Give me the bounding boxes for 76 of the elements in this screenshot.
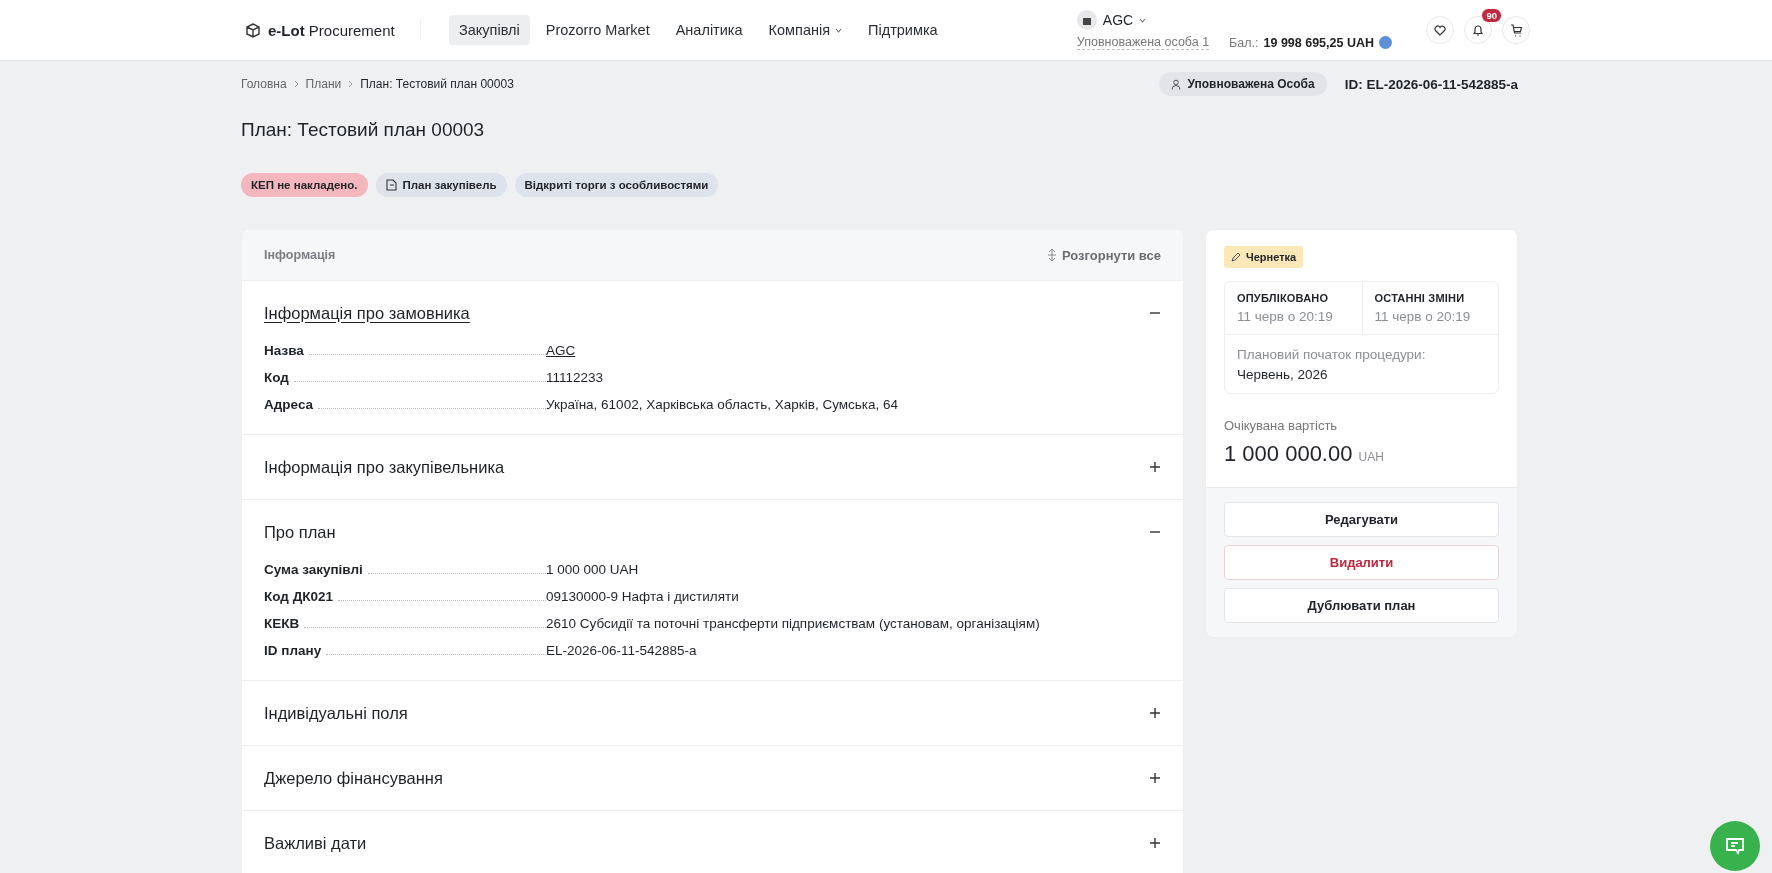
expand-all-button[interactable]: Розгорнути все <box>1046 247 1161 263</box>
start-label: Плановий початок процедури: <box>1237 347 1427 362</box>
nav-tab[interactable]: Закупівлі <box>449 15 530 45</box>
plan-id: ID: EL-2026-06-11-542885-a <box>1344 76 1518 92</box>
currency: UAH <box>1358 450 1384 464</box>
field-link[interactable]: AGC <box>546 343 576 358</box>
card-title: Інформація <box>264 248 336 262</box>
field-value: 09130000-9 Нафта і дистиляти <box>546 589 739 604</box>
section-heading[interactable]: Джерело фінансування <box>264 768 443 788</box>
chat-icon <box>1725 837 1745 855</box>
user-icon <box>1170 78 1182 90</box>
field-value: 1 000 000 UAH <box>546 562 639 577</box>
published-label: ОПУБЛІКОВАНО <box>1237 292 1330 304</box>
plus-icon[interactable] <box>1149 837 1161 849</box>
document-icon <box>385 179 397 191</box>
section-heading[interactable]: Інформація про замовника <box>264 303 470 323</box>
caret-icon[interactable] <box>1139 17 1147 23</box>
field-label: Код <box>264 370 289 385</box>
chevron-right-icon <box>293 80 299 88</box>
field-label: КЕКВ <box>264 616 300 631</box>
field-value: 11112233 <box>546 370 604 385</box>
field-label: ID плану <box>264 643 322 658</box>
plus-icon[interactable] <box>1149 461 1161 473</box>
user-name[interactable]: Уповноважена особа 1 <box>1076 35 1210 50</box>
section-heading[interactable]: Важливі дати <box>264 833 367 853</box>
delete-button[interactable]: Видалити <box>1224 545 1499 580</box>
action-button[interactable]: Дублювати план <box>1224 588 1499 623</box>
field-label: Назва <box>264 343 304 358</box>
plan-tag: План закупівель <box>375 173 507 197</box>
notification-count: 90 <box>1481 8 1502 23</box>
cart-button[interactable] <box>1502 16 1530 44</box>
cost-amount: 1 000 000.00 <box>1224 441 1353 467</box>
nav-tab[interactable]: Підтримка <box>858 15 948 45</box>
procedure-tag: Відкриті торги з особливостями <box>514 173 719 197</box>
page-title: План: Тестовий план 00003 <box>241 119 486 141</box>
field-label: Код ДК021 <box>264 589 333 604</box>
chat-button[interactable] <box>1710 821 1760 871</box>
plus-icon[interactable] <box>1149 707 1161 719</box>
expand-icon <box>1046 249 1057 261</box>
nav-tab[interactable]: Компанія <box>758 15 853 45</box>
cost-label: Очікувана вартість <box>1224 418 1339 433</box>
field-label: Сума закупівлі <box>264 562 363 577</box>
favorites-button[interactable] <box>1426 16 1454 44</box>
heart-icon <box>1434 24 1446 36</box>
field-value: Україна, 61002, Харківська область, Харків, Сумська, 64 <box>546 397 899 412</box>
bell-icon <box>1472 23 1484 37</box>
field-value: EL-2026-06-11-542885-a <box>546 643 697 658</box>
section-heading[interactable]: Індивідуальні поля <box>264 703 408 723</box>
logo-text[interactable]: e-Lot Procurement <box>268 21 395 39</box>
breadcrumb-link[interactable]: Головна <box>241 77 287 91</box>
chevron-right-icon <box>348 80 354 88</box>
changed-label: ОСТАННІ ЗМІНИ <box>1374 292 1466 304</box>
section-heading[interactable]: Про план <box>264 522 336 542</box>
balance-label: Бал.: <box>1229 35 1259 50</box>
nav-tab[interactable]: Prozorro Market <box>535 15 660 45</box>
caret-icon <box>835 27 843 33</box>
cart-icon <box>1509 23 1523 37</box>
plus-icon[interactable] <box>1149 772 1161 784</box>
status-badge: Чернетка <box>1224 246 1304 268</box>
start-value: Червень, 2026 <box>1237 367 1329 382</box>
balance-amount: 19 998 695,25 UAH <box>1263 35 1374 50</box>
role-badge: Уповноважена Особа <box>1158 72 1327 96</box>
pencil-icon <box>1231 252 1241 262</box>
field-label: Адреса <box>264 397 314 412</box>
breadcrumb-link[interactable]: Плани <box>305 77 342 91</box>
changed-date: 11 черв о 20:19 <box>1374 309 1472 324</box>
organization-name[interactable]: AGC <box>1102 12 1134 28</box>
field-value: 2610 Субсидії та поточні трансферти підприємствам (установам, організаціям) <box>546 616 1040 631</box>
action-button[interactable]: Редагувати <box>1224 502 1499 537</box>
nav-tab[interactable]: Аналітика <box>665 15 753 45</box>
box-icon <box>245 22 262 38</box>
top-up-icon[interactable] <box>1379 36 1392 49</box>
published-date: 11 черв о 20:19 <box>1237 309 1334 324</box>
section-heading[interactable]: Інформація про закупівельника <box>264 457 505 477</box>
breadcrumb-current: План: Тестовий план 00003 <box>360 77 514 91</box>
warning-tag: КЕП не накладено. <box>241 173 368 197</box>
